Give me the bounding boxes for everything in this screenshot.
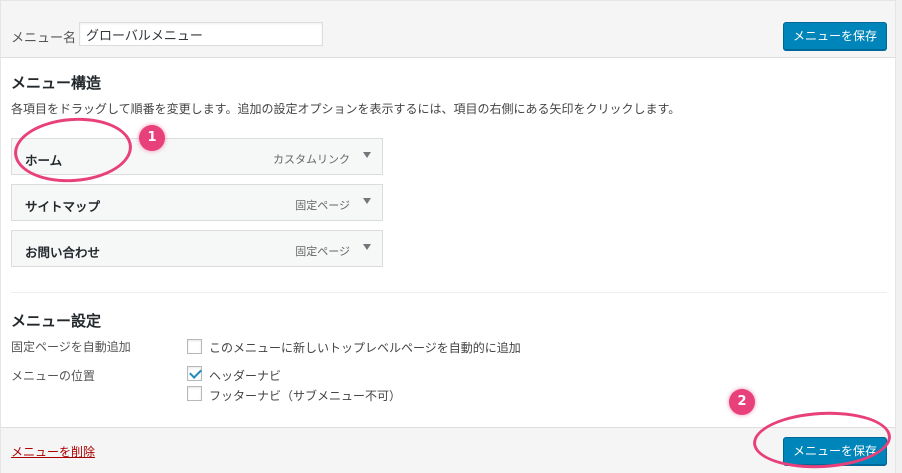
expand-arrow-icon[interactable] xyxy=(363,244,371,250)
expand-arrow-icon[interactable] xyxy=(363,198,371,204)
menu-location-label: メニューの位置 xyxy=(11,369,96,383)
menu-header: メニュー名 メニューを保存 xyxy=(1,0,895,58)
menu-item-type: 固定ページ xyxy=(295,199,350,212)
menu-item-type: 固定ページ xyxy=(295,245,350,258)
header-nav-label: ヘッダーナビ xyxy=(209,369,282,383)
menu-edit-panel: メニュー名 メニューを保存 メニュー構造 各項目をドラッグして順番を変更します。… xyxy=(0,0,896,473)
delete-menu-link[interactable]: メニューを削除 xyxy=(11,443,95,460)
auto-add-option-label: このメニューに新しいトップレベルページを自動的に追加 xyxy=(209,341,521,355)
menu-item-title: サイトマップ xyxy=(25,199,101,214)
annotation-badge-1: 1 xyxy=(139,125,165,151)
save-menu-button-top[interactable]: メニューを保存 xyxy=(783,22,887,50)
menu-item-contact[interactable]: お問い合わせ 固定ページ xyxy=(11,230,383,267)
menu-item-sitemap[interactable]: サイトマップ 固定ページ xyxy=(11,184,383,221)
annotation-badge-2: 2 xyxy=(729,389,755,415)
menu-name-label: メニュー名 xyxy=(11,31,77,46)
menu-structure-title: メニュー構造 xyxy=(11,74,102,92)
section-divider xyxy=(11,292,887,293)
auto-add-label: 固定ページを自動追加 xyxy=(11,340,131,354)
menu-name-input[interactable] xyxy=(79,22,323,46)
menu-item-type: カスタムリンク xyxy=(273,153,350,166)
header-nav-checkbox[interactable] xyxy=(187,366,202,381)
menu-settings-title: メニュー設定 xyxy=(11,312,102,330)
auto-add-checkbox[interactable] xyxy=(187,339,202,354)
menu-item-title: お問い合わせ xyxy=(25,245,101,260)
structure-instruction: 各項目をドラッグして順番を変更します。追加の設定オプションを表示するには、項目の… xyxy=(11,102,681,116)
annotation-ring-1 xyxy=(11,113,135,187)
footer-nav-checkbox[interactable] xyxy=(187,386,202,401)
expand-arrow-icon[interactable] xyxy=(363,152,371,158)
footer-nav-label: フッターナビ（サブメニュー不可） xyxy=(209,389,402,403)
